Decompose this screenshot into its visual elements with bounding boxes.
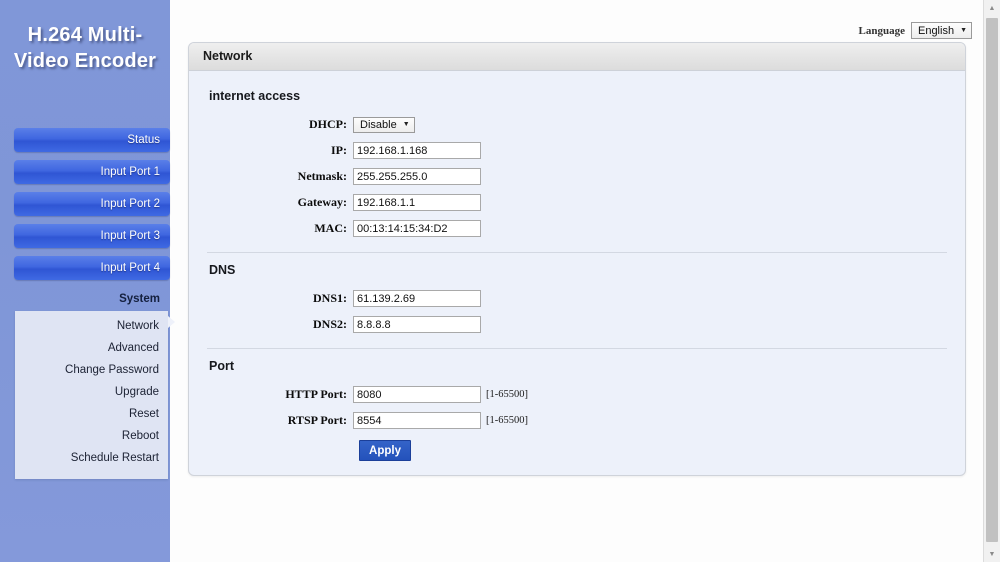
sidebar-item-label: Status xyxy=(127,134,160,146)
sidebar-subitem-label: Reboot xyxy=(121,430,159,442)
logo-line-1: H.264 Multi- xyxy=(27,24,143,46)
language-select-value: English xyxy=(917,24,955,37)
sidebar-subitem-label: Schedule Restart xyxy=(70,452,159,464)
product-logo: H.264 Multi- Video Encoder xyxy=(0,22,170,74)
scroll-down-arrow-icon[interactable]: ▼ xyxy=(984,546,1000,562)
rtsp-port-input[interactable] xyxy=(353,412,481,429)
vertical-scrollbar[interactable]: ▲ ▼ xyxy=(983,0,1000,562)
sidebar-item-schedule-restart[interactable]: Schedule Restart xyxy=(15,447,168,469)
sidebar-subitem-label: Advanced xyxy=(107,342,159,354)
logo-line-2: Video Encoder xyxy=(13,50,157,72)
dhcp-select[interactable]: Disable ▼ xyxy=(353,116,415,133)
section-divider-2 xyxy=(207,348,947,349)
rtsp-port-label: RTSP Port: xyxy=(287,413,347,427)
ip-input[interactable] xyxy=(353,142,481,159)
apply-button[interactable]: Apply xyxy=(359,440,411,461)
sidebar-subitem-label: Upgrade xyxy=(114,386,159,398)
field-row-ip: IP: xyxy=(205,139,949,162)
field-row-rtsp-port: RTSP Port: [1-65500] xyxy=(205,409,949,432)
sidebar-nav: Status Input Port 1 Input Port 2 Input P… xyxy=(14,128,170,311)
mac-input[interactable] xyxy=(353,220,481,237)
netmask-input[interactable] xyxy=(353,168,481,185)
sidebar-item-input-port-3[interactable]: Input Port 3 xyxy=(14,224,170,248)
sidebar-subitem-label: Reset xyxy=(128,408,159,420)
rtsp-port-range-hint: [1-65500] xyxy=(486,415,528,426)
field-row-dhcp: DHCP: Disable ▼ xyxy=(205,113,949,136)
scroll-up-arrow-icon[interactable]: ▲ xyxy=(984,0,1000,16)
sidebar-item-input-port-4[interactable]: Input Port 4 xyxy=(14,256,170,280)
dns2-label: DNS2: xyxy=(312,317,347,331)
sidebar-item-label: Input Port 4 xyxy=(100,262,160,274)
dhcp-label: DHCP: xyxy=(309,117,347,131)
apply-row: Apply xyxy=(205,439,949,462)
scrollbar-thumb[interactable] xyxy=(986,18,998,542)
netmask-label: Netmask: xyxy=(297,169,347,183)
sidebar-item-input-port-2[interactable]: Input Port 2 xyxy=(14,192,170,216)
page-title: Network xyxy=(189,43,965,71)
sidebar-submenu-system: Network Advanced Change Password Upgrade… xyxy=(15,311,175,479)
encoder-web-ui: H.264 Multi- Video Encoder Status Input … xyxy=(0,0,1000,562)
sidebar-item-reset[interactable]: Reset xyxy=(15,403,168,425)
http-port-input[interactable] xyxy=(353,386,481,403)
language-select[interactable]: English ▼ xyxy=(910,22,972,39)
field-row-gateway: Gateway: xyxy=(205,191,949,214)
field-row-dns1: DNS1: xyxy=(205,287,949,310)
http-port-range-hint: [1-65500] xyxy=(486,389,528,400)
field-row-mac: MAC: xyxy=(205,217,949,240)
chevron-down-icon: ▼ xyxy=(960,27,967,34)
mac-label: MAC: xyxy=(314,221,347,235)
content-panel: Network internet access DHCP: Disable ▼ … xyxy=(188,42,966,476)
sidebar-item-label: System xyxy=(119,293,160,305)
sidebar-item-label: Input Port 3 xyxy=(100,230,160,242)
sidebar-item-status[interactable]: Status xyxy=(14,128,170,152)
dns1-input[interactable] xyxy=(353,290,481,307)
chevron-down-icon: ▼ xyxy=(402,121,410,128)
field-row-dns2: DNS2: xyxy=(205,313,949,336)
http-port-label: HTTP Port: xyxy=(285,387,347,401)
section-title-internet-access: internet access xyxy=(209,89,301,103)
sidebar-item-network[interactable]: Network xyxy=(15,315,168,337)
sidebar-subitem-label: Change Password xyxy=(65,364,159,376)
sidebar-item-input-port-1[interactable]: Input Port 1 xyxy=(14,160,170,184)
sidebar-item-change-password[interactable]: Change Password xyxy=(15,359,168,381)
sidebar-item-reboot[interactable]: Reboot xyxy=(15,425,168,447)
gateway-input[interactable] xyxy=(353,194,481,211)
field-row-netmask: Netmask: xyxy=(205,165,949,188)
sidebar-item-system[interactable]: System xyxy=(14,288,170,311)
language-label: Language xyxy=(858,24,905,37)
section-title-port: Port xyxy=(209,359,234,373)
dns2-input[interactable] xyxy=(353,316,481,333)
sidebar-subitem-label: Network xyxy=(116,320,159,332)
sidebar: H.264 Multi- Video Encoder Status Input … xyxy=(0,0,175,562)
field-row-http-port: HTTP Port: [1-65500] xyxy=(205,383,949,406)
sidebar-item-label: Input Port 2 xyxy=(100,198,160,210)
language-selector-bar: Language English ▼ xyxy=(859,22,972,39)
ip-label: IP: xyxy=(331,143,347,157)
dhcp-select-value: Disable xyxy=(360,118,397,131)
section-title-dns: DNS xyxy=(209,263,236,277)
sidebar-item-upgrade[interactable]: Upgrade xyxy=(15,381,168,403)
panel-body: internet access DHCP: Disable ▼ IP: Netm… xyxy=(189,71,965,462)
section-divider-1 xyxy=(207,252,947,253)
sidebar-item-label: Input Port 1 xyxy=(100,166,160,178)
sidebar-item-advanced[interactable]: Advanced xyxy=(15,337,168,359)
gateway-label: Gateway: xyxy=(297,195,347,209)
submenu-pointer-icon xyxy=(168,316,175,328)
dns1-label: DNS1: xyxy=(312,291,347,305)
